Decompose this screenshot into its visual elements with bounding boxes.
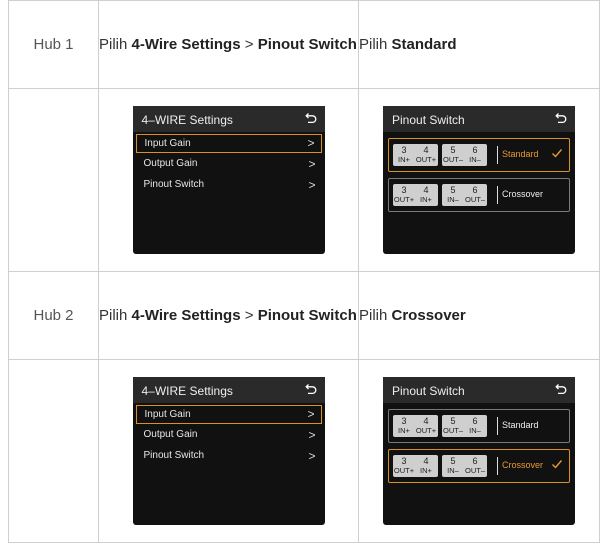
menu-name: 4-Wire Settings [131, 35, 241, 53]
step-label: Hub 2 [8, 271, 99, 360]
back-arrow-icon[interactable] [555, 112, 567, 124]
screen-title: Pinout Switch [392, 384, 465, 398]
option-crossover[interactable]: 3 4 OUT+ IN+ 5 6 IN– OUT– Crossover [388, 178, 570, 212]
option-label: Standard [502, 149, 539, 159]
menu-name: Pinout Switch [257, 35, 357, 53]
divider [497, 457, 498, 475]
chevron-right-icon: > [308, 449, 316, 463]
instruction-table: Hub 1 Pilih 4-Wire Settings > Pinout Swi… [8, 0, 600, 543]
screenshot-cell: 4–WIRE Settings Input Gain > Output Gain >… [98, 88, 359, 272]
option-label: Standard [502, 420, 539, 430]
menu-item-pinout-switch[interactable]: Pinout Switch > [136, 447, 322, 466]
instruction-cell: Pilih 4-Wire Settings > Pinout Switch [98, 271, 359, 360]
option-label: Crossover [502, 460, 544, 470]
chevron-right-icon: > [308, 428, 316, 442]
instruction-cell: Pilih Standard [358, 0, 600, 89]
screenshot-cell: Pinout Switch 3 4 IN+ OUT+ 5 6 OUT– IN– [358, 359, 600, 543]
menu-list: Input Gain > Output Gain > Pinout Switch > [135, 405, 322, 468]
option-crossover[interactable]: 3 4 OUT+ IN+ 5 6 IN– OUT– Crossover [388, 449, 570, 483]
chevron-right-icon: > [307, 136, 315, 150]
pin-box: 3 4 OUT+ IN+ [393, 455, 438, 477]
screen-title: 4–WIRE Settings [141, 113, 233, 127]
menu-list: Input Gain > Output Gain > Pinout Switch > [135, 134, 322, 197]
screenshot-cell: 4–WIRE Settings Input Gain > Output Gain >… [98, 359, 359, 543]
empty-cell [8, 359, 99, 543]
option-name: Crossover [391, 306, 466, 324]
divider [497, 186, 498, 204]
screen-title: 4–WIRE Settings [141, 384, 233, 398]
menu-item-input-gain[interactable]: Input Gain > [135, 134, 322, 153]
menu-name: 4-Wire Settings [131, 306, 241, 324]
table-row: Hub 1 Pilih 4-Wire Settings > Pinout Swi… [8, 0, 600, 89]
pin-box: 5 6 IN– OUT– [442, 455, 487, 477]
settings-screen: 4–WIRE Settings Input Gain > Output Gain >… [132, 106, 325, 254]
pin-box: 3 4 IN+ OUT+ [393, 415, 438, 437]
divider [497, 417, 498, 435]
screenshot-cell: Pinout Switch 3 4 IN+ OUT+ 5 6 OUT– IN– [358, 88, 600, 272]
option-standard[interactable]: 3 4 IN+ OUT+ 5 6 OUT– IN– Standard [388, 138, 570, 172]
instruction-cell: Pilih Crossover [358, 271, 600, 360]
pinout-screen: Pinout Switch 3 4 IN+ OUT+ 5 6 OUT– IN– [383, 377, 575, 525]
screen-title: Pinout Switch [392, 113, 465, 127]
menu-item-output-gain[interactable]: Output Gain > [136, 155, 322, 174]
settings-screen: 4–WIRE Settings Input Gain > Output Gain >… [132, 377, 325, 525]
check-icon [552, 460, 563, 469]
option-label: Crossover [502, 189, 544, 199]
chevron-right-icon: > [307, 407, 315, 421]
table-row: 4–WIRE Settings Input Gain > Output Gain >… [8, 88, 600, 272]
menu-item-pinout-switch[interactable]: Pinout Switch > [136, 176, 322, 195]
divider [497, 146, 498, 164]
menu-name: Pinout Switch [257, 306, 357, 324]
pin-box: 3 4 OUT+ IN+ [393, 184, 438, 206]
table-row: Hub 2 Pilih 4-Wire Settings > Pinout Swi… [8, 271, 600, 360]
empty-cell [8, 88, 99, 272]
back-arrow-icon[interactable] [304, 383, 317, 395]
back-arrow-icon[interactable] [555, 383, 567, 395]
table-row: 4–WIRE Settings Input Gain > Output Gain >… [8, 359, 600, 543]
pin-box: 5 6 IN– OUT– [442, 184, 487, 206]
pinout-screen: Pinout Switch 3 4 IN+ OUT+ 5 6 OUT– IN– [383, 106, 575, 254]
pin-box: 5 6 OUT– IN– [442, 144, 487, 166]
step-label: Hub 1 [8, 0, 99, 89]
pin-box: 5 6 OUT– IN– [442, 415, 487, 437]
menu-item-input-gain[interactable]: Input Gain > [135, 405, 322, 424]
menu-item-output-gain[interactable]: Output Gain > [136, 426, 322, 445]
chevron-right-icon: > [308, 178, 316, 192]
chevron-right-icon: > [308, 157, 316, 171]
check-icon [552, 149, 563, 158]
option-standard[interactable]: 3 4 IN+ OUT+ 5 6 OUT– IN– Standard [388, 409, 570, 443]
instruction-cell: Pilih 4-Wire Settings > Pinout Switch [98, 0, 359, 89]
back-arrow-icon[interactable] [304, 112, 317, 124]
option-name: Standard [391, 35, 457, 53]
pin-box: 3 4 IN+ OUT+ [393, 144, 438, 166]
